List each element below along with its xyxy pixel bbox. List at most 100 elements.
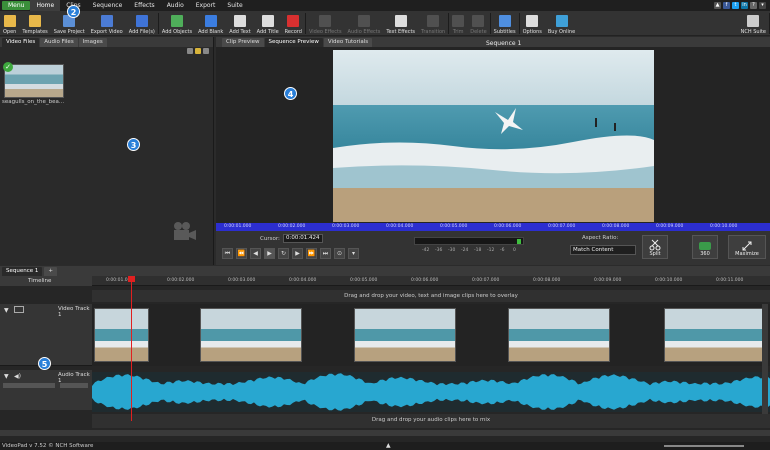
playhead[interactable]	[128, 276, 135, 421]
add-objects-icon	[170, 15, 183, 27]
go-to-start-icon[interactable]: ⏮	[222, 248, 233, 259]
menu-button[interactable]: Menu	[2, 1, 31, 10]
ruler-tick-label: 0:00:04.000	[386, 224, 414, 229]
video-clip[interactable]	[200, 308, 302, 362]
aspect-ratio-select[interactable]: Match Content	[570, 245, 636, 255]
maximize-button[interactable]: Maximize	[728, 235, 766, 259]
speed-icon[interactable]: ⊙	[334, 248, 345, 259]
media-bins-panel: Video Files Audio Files Images ✓ seagull…	[0, 37, 214, 265]
add-text-button[interactable]: Add Text	[226, 11, 253, 36]
transition-button[interactable]: Transition	[418, 11, 448, 36]
audio-effects-button[interactable]: Audio Effects	[345, 11, 384, 36]
add-blank-button[interactable]: Add Blank	[195, 11, 226, 36]
split-button[interactable]: Split	[642, 235, 668, 259]
add-file-s-button[interactable]: Add File(s)	[126, 11, 158, 36]
pan-slider[interactable]	[60, 383, 88, 388]
record-button[interactable]: Record	[282, 11, 305, 36]
tab-images[interactable]: Images	[78, 38, 107, 47]
ruler-tick-label: 0:00:07.000	[548, 224, 576, 229]
open-button[interactable]: Open	[0, 11, 19, 36]
meter-level	[517, 239, 521, 244]
video-clip[interactable]	[94, 308, 149, 362]
facebook-icon[interactable]: f	[723, 2, 730, 9]
step-forward-icon[interactable]: ▶	[292, 248, 303, 259]
buy-online-button[interactable]: Buy Online	[545, 11, 578, 36]
video-clip[interactable]	[508, 308, 610, 362]
horizontal-scrollbar[interactable]	[0, 430, 770, 436]
audio-track[interactable]	[92, 372, 770, 412]
playhead-handle[interactable]	[128, 276, 135, 282]
vertical-scrollbar[interactable]	[762, 304, 768, 414]
nch-suite-button[interactable]: NCH Suite	[738, 11, 769, 36]
next-frame-icon[interactable]: ⏩	[306, 248, 317, 259]
timeline-ruler[interactable]: Timeline 0:00:01.000 0:00:02.000 0:00:03.0…	[0, 276, 770, 286]
video-track[interactable]	[92, 304, 770, 366]
add-sequence-tab[interactable]: +	[44, 267, 57, 276]
360-view-label: 360	[700, 251, 710, 257]
previous-frame-icon[interactable]: ⏪	[236, 248, 247, 259]
tab-sequence-preview[interactable]: Sequence Preview	[264, 38, 323, 47]
preview-ruler[interactable]: 0:00:01.000 0:00:02.000 0:00:03.000 0:00:04…	[216, 223, 770, 231]
tab-audio-files[interactable]: Audio Files	[40, 38, 78, 47]
audio-drop-zone[interactable]: Drag and drop your audio clips here to m…	[92, 414, 770, 428]
list-view-icon[interactable]	[203, 48, 209, 54]
play-icon[interactable]: ▶	[264, 248, 275, 259]
timeline-tick-label: 0:00:11.000	[716, 278, 744, 283]
tab-export[interactable]: Export	[190, 0, 222, 11]
tab-audio[interactable]: Audio	[161, 0, 190, 11]
delete-bin-icon[interactable]	[187, 48, 193, 54]
loop-icon[interactable]: ↻	[278, 248, 289, 259]
toolbar-label: Record	[284, 29, 302, 35]
collapse-icon[interactable]: ▼	[4, 373, 9, 380]
twitter-icon[interactable]: t	[732, 2, 739, 9]
speed-dropdown-icon[interactable]: ▾	[348, 248, 359, 259]
tab-effects[interactable]: Effects	[128, 0, 160, 11]
help-icon[interactable]: ?	[750, 2, 757, 9]
toolbar-label: Add Text	[229, 29, 251, 35]
subtitles-button[interactable]: Subtitles	[491, 11, 519, 36]
add-objects-button[interactable]: Add Objects	[159, 11, 195, 36]
timeline-tick-label: 0:00:08.000	[533, 278, 561, 283]
dropdown-icon[interactable]: ▾	[759, 2, 766, 9]
toolbar-label: Options	[522, 29, 542, 35]
linkedin-icon[interactable]: in	[741, 2, 748, 9]
timeline-label: Timeline	[0, 276, 92, 286]
collapse-icon[interactable]: ▼	[4, 307, 9, 314]
panel-toggle-icon[interactable]: ▲	[386, 442, 391, 449]
thumbs-up-icon[interactable]: ▲	[714, 2, 721, 9]
options-button[interactable]: Options	[520, 11, 545, 36]
video-effects-button[interactable]: Video Effects	[306, 11, 345, 36]
delete-button[interactable]: Delete	[467, 11, 489, 36]
templates-button[interactable]: Templates	[19, 11, 50, 36]
new-folder-icon[interactable]	[195, 48, 201, 54]
text-effects-button[interactable]: Text Effects	[383, 11, 418, 36]
timeline-panel: Sequence 1 + Timeline 0:00:01.000 0:00:02…	[0, 266, 770, 442]
trim-button[interactable]: Trim	[449, 11, 467, 36]
meter-tick-label: -18	[474, 248, 482, 253]
tab-sequence[interactable]: Sequence	[87, 0, 129, 11]
tab-video-tutorials[interactable]: Video Tutorials	[323, 38, 373, 47]
zoom-slider[interactable]	[664, 445, 744, 447]
video-clip[interactable]	[664, 308, 766, 362]
title-icon	[261, 15, 274, 27]
overlay-drop-zone[interactable]: Drag and drop your video, text and image…	[92, 290, 770, 302]
timeline-tick-label: 0:00:09.000	[594, 278, 622, 283]
cursor-time-field[interactable]: 0:00:01.424	[283, 234, 323, 243]
video-effects-icon	[319, 15, 332, 27]
tab-video-files[interactable]: Video Files	[2, 38, 40, 47]
tab-clip-preview[interactable]: Clip Preview	[222, 38, 264, 47]
video-preview[interactable]	[333, 50, 654, 222]
tab-suite[interactable]: Suite	[221, 0, 248, 11]
add-title-button[interactable]: Add Title	[254, 11, 282, 36]
go-to-end-icon[interactable]: ⏭	[320, 248, 331, 259]
video-clip[interactable]	[354, 308, 456, 362]
step-back-icon[interactable]: ◀	[250, 248, 261, 259]
text-effects-icon	[394, 15, 407, 27]
video-track-icon	[14, 306, 24, 313]
clip-thumbnail[interactable]: ✓	[3, 62, 64, 98]
tab-home[interactable]: Home	[30, 0, 61, 11]
volume-slider[interactable]	[3, 383, 55, 388]
export-video-button[interactable]: Export Video	[88, 11, 126, 36]
360-view-button[interactable]: 360	[692, 235, 718, 259]
tab-sequence-1[interactable]: Sequence 1	[2, 267, 43, 276]
